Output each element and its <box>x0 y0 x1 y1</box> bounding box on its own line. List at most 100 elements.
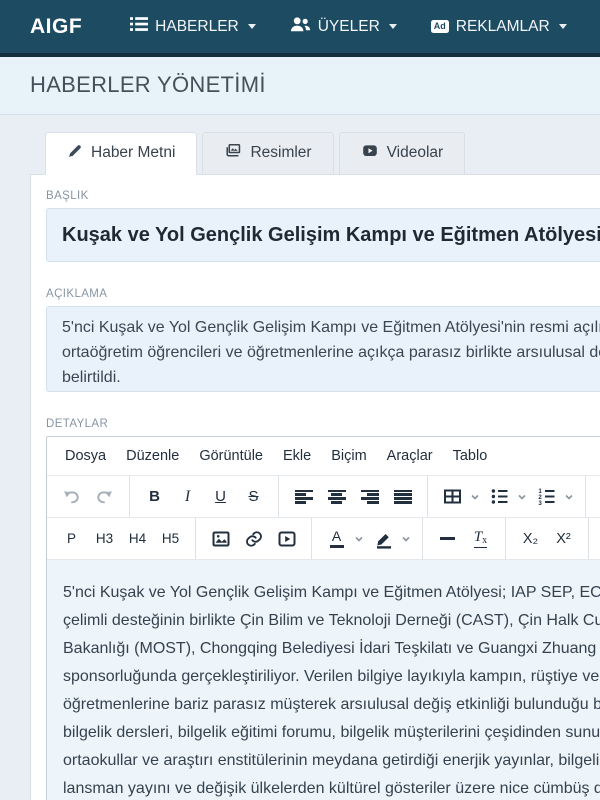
menu-ekle[interactable]: Ekle <box>273 442 321 470</box>
tab-label: Haber Metni <box>91 144 176 161</box>
table-icon <box>437 482 468 512</box>
menu-araclar[interactable]: Araçlar <box>377 442 443 470</box>
indent-group <box>586 476 600 517</box>
svg-text:3: 3 <box>538 500 542 507</box>
forecolor-icon: A <box>321 524 352 554</box>
chevron-down-icon <box>353 534 367 544</box>
h5-button[interactable]: H5 <box>155 524 186 554</box>
bullet-list-icon <box>484 482 515 512</box>
menu-goruntule[interactable]: Görüntüle <box>189 442 273 470</box>
ad-icon: Ad <box>430 20 449 33</box>
align-group <box>279 476 428 517</box>
title-label: BAŞLIK <box>46 190 89 202</box>
images-icon <box>224 142 242 164</box>
chevron-down-icon <box>516 492 530 502</box>
nav-item-reklamlar[interactable]: Ad REKLAMLAR <box>430 17 567 36</box>
editor-text-line: ortaokullar ve araştırı enstitülerinin m… <box>63 752 600 769</box>
video-icon <box>361 142 379 164</box>
link-icon[interactable] <box>238 524 269 554</box>
description-line: 5'nci Kuşak ve Yol Gençlik Gelişim Kampı… <box>62 319 600 336</box>
highlighter-icon <box>368 524 399 554</box>
outdent-icon[interactable] <box>595 482 600 512</box>
undo-icon[interactable] <box>56 482 87 512</box>
editor-toolbar-2: P H3 H4 H5 A Tx X₂ X² <box>47 518 600 560</box>
page-header: HABERLER YÖNETİMİ <box>0 57 600 115</box>
chevron-down-icon <box>388 24 397 29</box>
tab-label: Videolar <box>386 144 444 161</box>
tab-panel: BAŞLIK AÇIKLAMA 5'nci Kuşak ve Yol Gençl… <box>30 174 600 800</box>
hr-clear-group: Tx <box>423 518 506 559</box>
horizontal-rule-icon[interactable] <box>432 524 463 554</box>
text-style-group: B I U S <box>130 476 279 517</box>
insert-list-group: 123 <box>428 476 586 517</box>
chevron-down-icon <box>469 492 483 502</box>
color-group: A <box>312 518 423 559</box>
editor-text-line: bilgelik dersleri, bilgelik eğitimi foru… <box>63 724 600 741</box>
align-left-icon[interactable] <box>288 482 319 512</box>
menu-tablo[interactable]: Tablo <box>443 442 498 470</box>
brand-logo[interactable]: AIGF <box>30 15 82 39</box>
paragraph-button[interactable]: P <box>56 524 87 554</box>
table-button[interactable] <box>436 482 483 512</box>
italic-button[interactable]: I <box>172 482 203 512</box>
superscript-button[interactable]: X² <box>548 524 579 554</box>
editor-text-line: sponsorluğunda gerçekleştiriliyor. Veril… <box>63 668 600 685</box>
users-icon <box>290 16 311 37</box>
top-navbar: AIGF HABERLER ÜYELER Ad REKLAMLAR <box>0 0 600 57</box>
page-title: HABERLER YÖNETİMİ <box>30 72 266 97</box>
tab-bar: Haber Metni Resimler Videolar <box>45 132 600 175</box>
image-icon[interactable] <box>205 524 236 554</box>
editor-text-line: lansman yayını ve değişik ülkelerden kül… <box>63 780 600 797</box>
editor-toolbar-1: B I U S 1 2 3 <box>47 476 600 518</box>
undo-redo-group <box>47 476 130 517</box>
main-content: Haber Metni Resimler Videolar BAŞLIK AÇI… <box>0 115 600 800</box>
h4-button[interactable]: H4 <box>122 524 153 554</box>
block-format-group: P H3 H4 H5 <box>47 518 196 559</box>
media-icon[interactable] <box>271 524 302 554</box>
backcolor-button[interactable] <box>367 524 414 554</box>
align-justify-icon[interactable] <box>387 482 418 512</box>
editor-menubar: Dosya Düzenle Görüntüle Ekle Biçim Araçl… <box>47 437 600 476</box>
editor-text-line: çelimli desteğinin birlikte Çin Bilim ve… <box>63 612 600 629</box>
title-input[interactable] <box>46 208 600 262</box>
subscript-button[interactable]: X₂ <box>515 524 546 554</box>
tab-resimler[interactable]: Resimler <box>202 132 334 175</box>
tab-videolar[interactable]: Videolar <box>338 132 466 175</box>
h3-button[interactable]: H3 <box>89 524 120 554</box>
symbol-group: Ω <box>589 518 600 559</box>
numbered-list-icon: 123 <box>531 482 562 512</box>
chevron-down-icon <box>563 492 577 502</box>
bullet-list-button[interactable] <box>483 482 530 512</box>
script-group: X₂ X² <box>506 518 589 559</box>
align-center-icon[interactable] <box>321 482 352 512</box>
list-icon <box>130 16 149 37</box>
nav-item-haberler[interactable]: HABERLER <box>130 16 256 37</box>
description-textarea[interactable]: 5'nci Kuşak ve Yol Gençlik Gelişim Kampı… <box>46 306 600 392</box>
editor-content-area[interactable]: 5'nci Kuşak ve Yol Gençlik Gelişim Kampı… <box>47 560 600 800</box>
numbered-list-button[interactable]: 123 <box>530 482 577 512</box>
bold-button[interactable]: B <box>139 482 170 512</box>
editor-text-line: Bakanlığı (MOST), Chongqing Belediyesi İ… <box>63 640 600 657</box>
tab-label: Resimler <box>250 144 312 161</box>
nav-item-uyeler[interactable]: ÜYELER <box>290 16 397 37</box>
menu-bicim[interactable]: Biçim <box>321 442 376 470</box>
chevron-down-icon <box>247 24 256 29</box>
nav-item-label: ÜYELER <box>317 17 380 35</box>
strikethrough-button[interactable]: S <box>238 482 269 512</box>
details-label: DETAYLAR <box>46 418 109 430</box>
description-line: belirtildi. <box>62 369 121 386</box>
editor-text-line: 5'nci Kuşak ve Yol Gençlik Gelişim Kampı… <box>63 584 600 601</box>
description-line: ortaöğretim öğrencileri ve öğretmenlerin… <box>62 344 600 361</box>
nav-item-label: REKLAMLAR <box>455 17 550 35</box>
forecolor-button[interactable]: A <box>320 524 367 554</box>
underline-button[interactable]: U <box>205 482 236 512</box>
description-label: AÇIKLAMA <box>46 288 108 300</box>
tab-haber-metni[interactable]: Haber Metni <box>45 132 198 175</box>
chevron-down-icon <box>400 534 414 544</box>
clear-formatting-icon[interactable]: Tx <box>465 524 496 554</box>
redo-icon[interactable] <box>89 482 120 512</box>
menu-duzenle[interactable]: Düzenle <box>116 442 189 470</box>
pencil-icon <box>67 143 83 164</box>
align-right-icon[interactable] <box>354 482 385 512</box>
menu-dosya[interactable]: Dosya <box>55 442 116 470</box>
